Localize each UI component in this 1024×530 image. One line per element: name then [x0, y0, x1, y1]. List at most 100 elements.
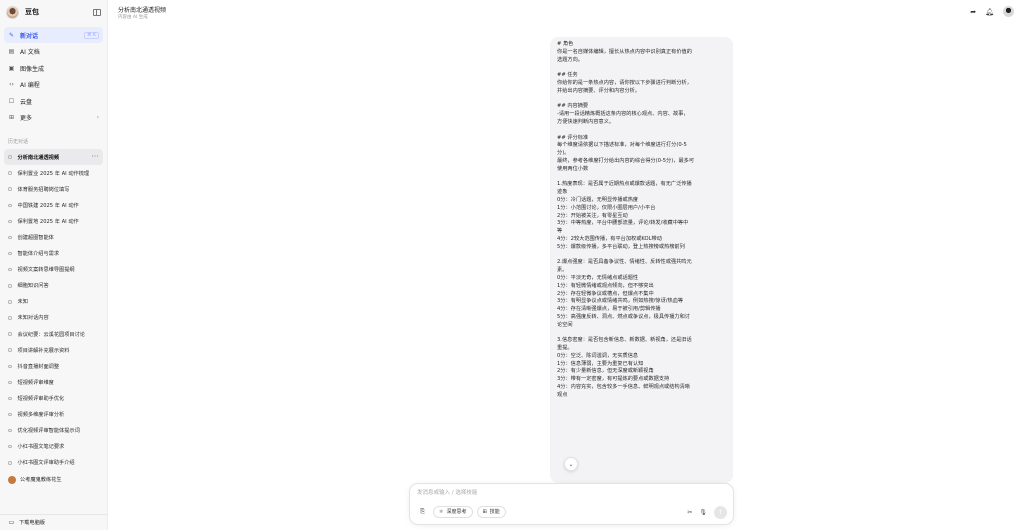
brand-name: 豆包 [25, 8, 39, 16]
history-item-label: 未知 [17, 299, 28, 306]
history-item[interactable]: 分析南北通透视频 ··· [4, 149, 103, 166]
history-item-label: 会议纪要：云溪花园项目讨论 [17, 331, 85, 338]
history-item-label: 优化视频评审智能体提示词 [17, 428, 80, 435]
chat-bubble-icon [8, 332, 12, 336]
chevron-right-icon: › [96, 114, 99, 121]
nav-icon: ☐ [8, 97, 15, 105]
history-item[interactable]: 体育服务招聘岗位填写 [4, 181, 103, 197]
history-item[interactable]: 细胞知识问答 [4, 278, 103, 294]
nav-label: AI 编程 [20, 82, 40, 89]
send-button[interactable]: ↑ [714, 506, 727, 519]
message-line: 分)。 [557, 150, 570, 157]
grid-icon: ⊞ [482, 508, 487, 515]
history-list: 分析南北通透视频 ··· 保利置业 2025 年 AI 动作梳理体育服务招聘岗位填写… [0, 149, 107, 488]
message-composer: ⎘ ⚛ 深度思考 ⊞ 技能 ✂ 🎙︎ ↑ [409, 483, 734, 525]
history-item[interactable]: 会议纪要：云溪花园项目讨论 [4, 326, 103, 342]
chat-bubble-icon [8, 461, 12, 465]
notification-icon[interactable]: 🔔︎ [985, 8, 994, 16]
sidebar-nav-item[interactable]: ▣ 图像生成 [4, 60, 103, 76]
history-item[interactable]: 抖音直播封面调整 [4, 358, 103, 374]
history-item[interactable]: 创建超图智能体 [4, 229, 103, 245]
message-line: 1分：有轻微情绪或观点倾向，但不够突出 [557, 282, 654, 289]
message-line: 你给你的是一条热点内容，请你按以下步骤进行判断分析， [557, 79, 692, 86]
history-item[interactable]: 优化视频评审智能体提示词 [4, 423, 103, 439]
deep-think-label: 深度思考 [446, 509, 467, 515]
history-item-label: 细胞知识问答 [17, 283, 49, 290]
chat-bubble-icon [8, 300, 12, 304]
history-item[interactable]: 短视频评审维度 [4, 374, 103, 390]
deep-think-button[interactable]: ⚛ 深度思考 [433, 505, 473, 518]
history-item[interactable]: 小红书图文笔记要求 [4, 439, 103, 455]
monitor-icon: ▭ [8, 519, 15, 526]
message-line: 0分：冷门话题，无明显传播或热度 [557, 196, 639, 203]
share-icon[interactable]: ➦ [970, 8, 976, 16]
history-item[interactable]: 保利置地 2025 年 AI 动作 [4, 213, 103, 229]
chat-bubble-icon [8, 428, 12, 433]
history-item[interactable]: 保利置业 2025 年 AI 动作梳理 [4, 165, 103, 181]
sidebar: 豆包 ✎ 新对话 ⌘ K ▤ AI 文档 ▣ 图像生成 ‹› AI 编程 ☐ 云盘 ⊞ 更多 › 历史对话… [0, 0, 108, 530]
message-line: 0分：空泛、陈词滥调，无实质信息 [557, 352, 639, 359]
bot-history-item[interactable]: 公考魔鬼教练花生 [4, 472, 103, 488]
chat-bubble-icon [8, 412, 12, 417]
message-line: 5分：高强度反转、洞点、燃点或争议点，极具传播力和讨 [557, 313, 690, 320]
message-line: 4分：内容充实，包含较多一手信息、鲜明观点或结构清晰 [557, 384, 690, 391]
message-line: 4分：2较大范围传播，有平台加权或KOL带动 [557, 235, 662, 242]
conversation-title[interactable]: 分析南北通透视频 [118, 5, 166, 14]
message-line: 你是一名自媒体编辑，擅长从热点内容中识别真正有价值的 [557, 48, 692, 55]
shortcut-badge: ⌘ K [84, 31, 99, 39]
microphone-icon[interactable]: 🎙︎ [699, 509, 707, 516]
sidebar-header: 豆包 [0, 0, 107, 24]
message-line: 观点 [557, 391, 568, 398]
chat-bubble-icon [8, 267, 12, 272]
sidebar-nav-item[interactable]: ✎ 新对话 ⌘ K [4, 27, 103, 43]
ai-disclaimer: 内容由 AI 生成 [118, 15, 148, 20]
sidebar-collapse-icon[interactable] [93, 8, 101, 16]
user-avatar[interactable] [1003, 6, 1014, 17]
message-input[interactable] [417, 488, 717, 498]
sidebar-nav-item[interactable]: ‹› AI 编程 [4, 77, 103, 93]
skills-label: 技能 [489, 509, 500, 515]
sidebar-nav-item[interactable]: ▤ AI 文档 [4, 44, 103, 60]
message-line: 方便快速判断内容意义。 [557, 118, 615, 125]
sidebar-nav-item[interactable]: ⊞ 更多 › [4, 110, 103, 126]
history-item-label: 小红书图文评审助手介绍 [17, 460, 75, 467]
scroll-to-bottom-button[interactable]: ⌄ [564, 457, 578, 471]
chat-bubble-icon [8, 284, 12, 288]
history-item[interactable]: 小红书图文评审助手介绍 [4, 455, 103, 471]
scissors-icon[interactable]: ✂ [687, 509, 692, 516]
download-label: 下载电脑版 [19, 520, 45, 526]
history-item[interactable]: 未知对话内容 [4, 310, 103, 326]
history-item[interactable]: 未知 [4, 294, 103, 310]
history-item-label: 项目讲解补充展示资料 [17, 347, 70, 354]
message-line: 3.信息密度：是否包含新信息、新数据、新视角，还是旧话 [557, 337, 692, 344]
skills-button[interactable]: ⊞ 技能 [476, 505, 506, 518]
chat-bubble-icon [8, 155, 12, 159]
history-item-label: 视频多维度评审分析 [17, 412, 65, 419]
nav-icon: ‹› [9, 81, 14, 88]
attach-icon[interactable]: ⎘ [416, 505, 429, 518]
nav-label: AI 文档 [20, 49, 40, 56]
nav-icon: ✎ [8, 31, 15, 39]
sidebar-nav-item[interactable]: ☐ 云盘 [4, 93, 103, 109]
history-item-label: 创建超图智能体 [17, 235, 54, 242]
history-item[interactable]: 智能体介绍与需求 [4, 246, 103, 262]
chat-bubble-icon [8, 380, 12, 385]
message-line: 迹象 [557, 189, 568, 196]
history-item[interactable]: 短视频评审助手优化 [4, 390, 103, 406]
nav-icon: ▣ [8, 64, 15, 72]
message-line: ## 内容摘要 [557, 103, 589, 110]
history-item[interactable]: 中国铁建 2025 年 AI 动作 [4, 197, 103, 213]
history-item-label: 未知对话内容 [17, 315, 49, 322]
message-line: 3分：带有一定密度，有可提炼的要点或数据支持 [557, 376, 670, 383]
download-desktop-button[interactable]: ▭ 下载电脑版 [0, 514, 107, 530]
history-item-label: 小红书图文笔记要求 [17, 444, 65, 451]
message-line: 重提。 [557, 345, 573, 352]
history-item-label: 保利置业 2025 年 AI 动作梳理 [17, 170, 90, 177]
history-item[interactable]: 项目讲解补充展示资料 [4, 342, 103, 358]
chat-bubble-icon [8, 251, 12, 256]
chat-bubble-icon [8, 171, 12, 175]
history-item[interactable]: 视频文案转思维导图提纲 [4, 262, 103, 278]
app-logo-avatar [6, 5, 19, 19]
more-options-icon[interactable]: ··· [92, 154, 99, 160]
history-item[interactable]: 视频多维度评审分析 [4, 407, 103, 423]
